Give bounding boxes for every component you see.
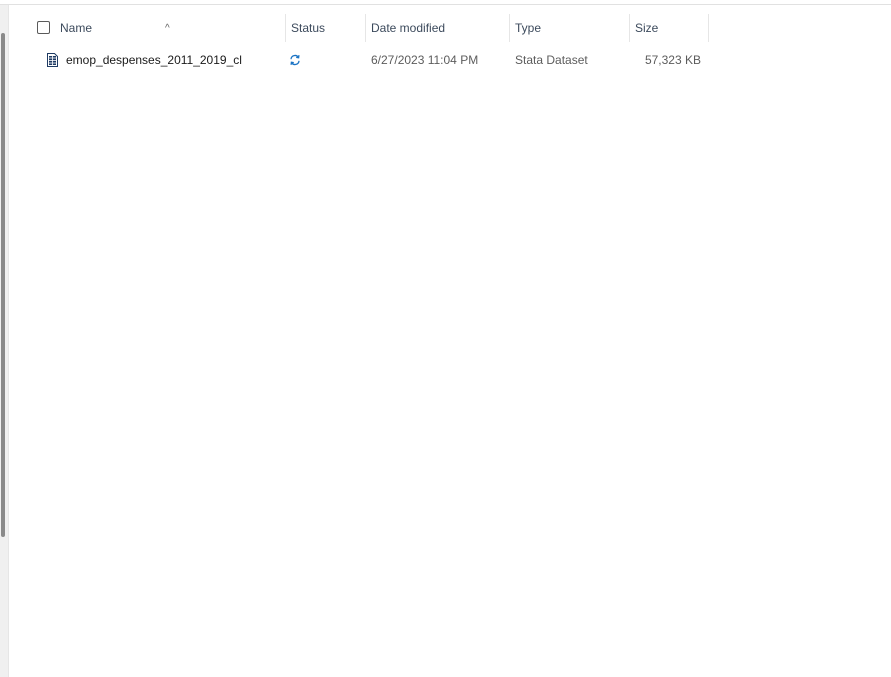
stata-dataset-file-icon: [47, 53, 58, 67]
select-all-checkbox[interactable]: [37, 21, 50, 34]
sync-icon: [290, 54, 300, 66]
file-size: 57,323 KB: [644, 53, 701, 67]
column-header-size[interactable]: Size: [629, 14, 708, 42]
window-top-border: [0, 4, 891, 5]
navigation-pane-edge: [0, 5, 9, 677]
column-divider[interactable]: [708, 14, 709, 42]
column-header-status[interactable]: Status: [285, 14, 365, 42]
column-header-row: ^ Name Status Date modified Type Size: [10, 14, 710, 42]
column-header-name[interactable]: Name: [54, 14, 285, 42]
file-name[interactable]: emop_despenses_2011_2019_cl: [66, 48, 242, 72]
file-date-modified: 6/27/2023 11:04 PM: [371, 53, 479, 67]
column-header-type[interactable]: Type: [509, 14, 629, 42]
file-type: Stata Dataset: [515, 53, 588, 67]
nav-scrollbar-thumb[interactable]: [1, 33, 5, 537]
column-header-date-modified[interactable]: Date modified: [365, 14, 509, 42]
file-row[interactable]: emop_despenses_2011_2019_cl 6/27/2023 11…: [10, 48, 710, 72]
